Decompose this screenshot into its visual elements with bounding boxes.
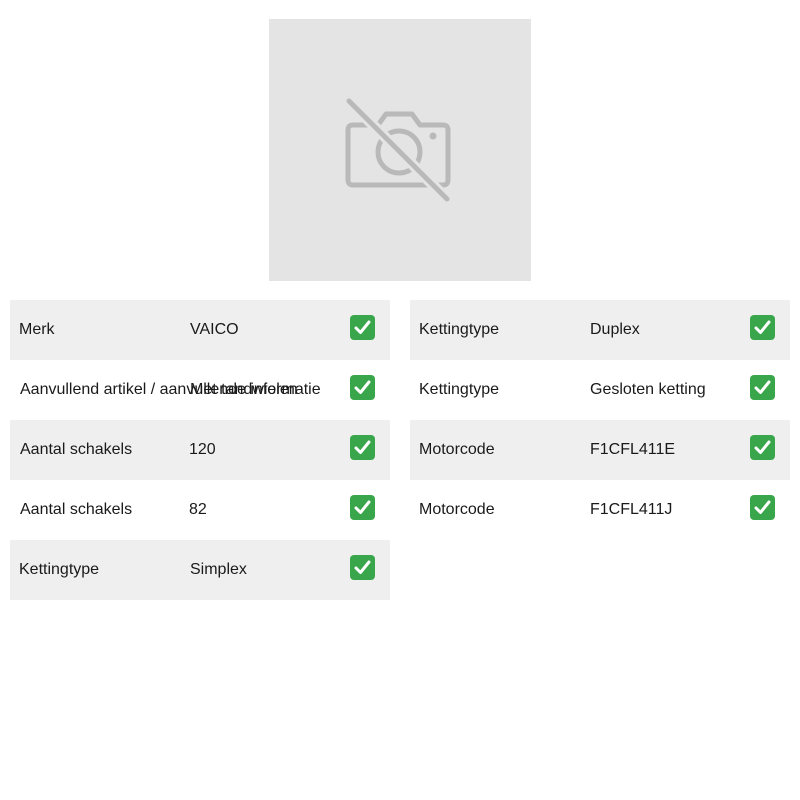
check-icon (750, 495, 775, 520)
spec-label: Kettingtype (419, 321, 500, 338)
spec-row: Kettingtype Gesloten ketting (410, 360, 790, 420)
spec-value: 120 (189, 441, 216, 458)
product-image-placeholder (269, 19, 531, 281)
check-icon (350, 315, 375, 340)
spec-label: Kettingtype (19, 561, 100, 578)
spec-value: Simplex (190, 561, 247, 578)
spec-label: Motorcode (419, 501, 495, 518)
spec-row: Aantal schakels 120 (10, 420, 390, 480)
check-icon (350, 495, 375, 520)
check-icon (350, 555, 375, 580)
spec-value: F1CFL411E (590, 441, 676, 458)
spec-row: Aantal schakels 82 (10, 480, 390, 540)
spec-row: Merk VAICO (10, 300, 390, 360)
spec-label: Aantal schakels (20, 501, 133, 518)
spec-label: Kettingtype (419, 381, 500, 398)
check-icon (350, 435, 375, 460)
camera-off-icon (345, 97, 453, 205)
spec-value: Duplex (590, 321, 640, 338)
spec-value: F1CFL411J (590, 501, 673, 518)
spec-value: 82 (189, 501, 207, 518)
spec-table-left: Merk VAICO Aanvullend artikel / aanvulle… (10, 300, 390, 600)
spec-value: Gesloten ketting (590, 381, 706, 398)
check-icon (350, 375, 375, 400)
check-icon (750, 375, 775, 400)
spec-value: VAICO (190, 321, 239, 338)
spec-row: Kettingtype Duplex (410, 300, 790, 360)
spec-label: Motorcode (419, 441, 495, 458)
spec-value: Met tandwielen (190, 381, 298, 398)
spec-row: Motorcode F1CFL411E (410, 420, 790, 480)
spec-row: Aanvullend artikel / aanvullende informa… (10, 360, 390, 420)
check-icon (750, 435, 775, 460)
check-icon (750, 315, 775, 340)
spec-label: Merk (19, 321, 55, 338)
spec-row: Motorcode F1CFL411J (410, 480, 790, 540)
spec-table-right: Kettingtype Duplex Kettingtype Gesloten … (410, 300, 790, 540)
spec-row: Kettingtype Simplex (10, 540, 390, 600)
spec-label: Aantal schakels (20, 441, 133, 458)
